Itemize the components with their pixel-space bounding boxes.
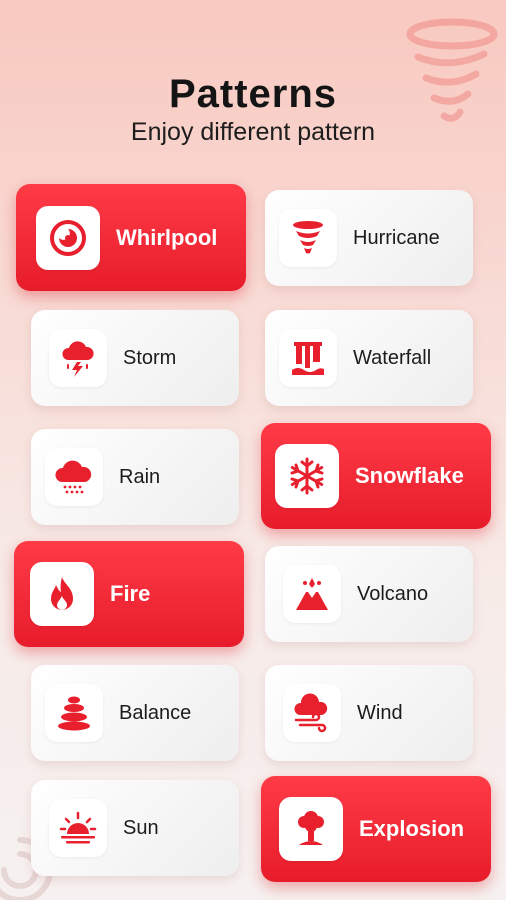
pattern-label: Explosion <box>359 816 465 841</box>
whirlpool-icon <box>50 219 86 256</box>
storm-icon <box>62 341 94 377</box>
waterfall-icon <box>292 342 324 375</box>
pattern-card-wind[interactable]: Wind <box>265 665 473 761</box>
pattern-icon-box <box>30 562 94 626</box>
pattern-label: Wind <box>357 701 403 724</box>
pattern-icon-box <box>279 329 337 387</box>
pattern-icon-box <box>279 209 337 267</box>
pattern-card-waterfall[interactable]: Waterfall <box>265 310 473 406</box>
wind-icon <box>294 693 328 733</box>
pattern-card-snowflake[interactable]: Snowflake <box>261 423 491 529</box>
pattern-card-balance[interactable]: Balance <box>31 665 239 761</box>
pattern-label: Waterfall <box>353 346 432 369</box>
pattern-icon-box <box>279 797 343 861</box>
snowflake-icon <box>290 457 324 495</box>
pattern-icon-box <box>49 329 107 387</box>
pattern-card-sun[interactable]: Sun <box>31 780 239 876</box>
pattern-label: Fire <box>110 581 151 606</box>
pattern-card-hurricane[interactable]: Hurricane <box>265 190 473 286</box>
sun-icon <box>59 811 97 844</box>
pattern-label: Storm <box>123 346 177 369</box>
pattern-icon-box <box>283 565 341 623</box>
pattern-icon-box <box>49 799 107 857</box>
pattern-label: Sun <box>123 816 159 839</box>
pattern-icon-box <box>283 684 341 742</box>
pattern-card-rain[interactable]: Rain <box>31 429 239 525</box>
pattern-icon-box <box>275 444 339 508</box>
pattern-icon-box <box>36 205 100 270</box>
pattern-label: Hurricane <box>353 226 440 249</box>
pattern-card-explosion[interactable]: Explosion <box>261 776 491 882</box>
explosion-icon <box>298 811 324 845</box>
page-title: Patterns <box>168 72 338 116</box>
pattern-label: Whirlpool <box>116 224 218 250</box>
balance-stones-icon <box>58 696 90 731</box>
volcano-icon <box>296 578 328 610</box>
pattern-icon-box <box>45 684 103 742</box>
pattern-card-whirlpool[interactable]: Whirlpool <box>16 184 246 291</box>
page-subtitle: Enjoy different pattern <box>130 118 376 146</box>
rain-icon <box>55 460 92 494</box>
pattern-label: Snowflake <box>355 463 464 488</box>
pattern-label: Rain <box>119 465 161 488</box>
pattern-card-fire[interactable]: Fire <box>14 541 244 647</box>
pattern-label: Balance <box>119 701 192 724</box>
fire-icon <box>51 577 73 610</box>
pattern-icon-box <box>45 448 103 506</box>
pattern-label: Volcano <box>357 582 429 605</box>
pattern-card-volcano[interactable]: Volcano <box>265 546 473 642</box>
hurricane-icon <box>293 221 323 254</box>
pattern-card-storm[interactable]: Storm <box>31 310 239 406</box>
